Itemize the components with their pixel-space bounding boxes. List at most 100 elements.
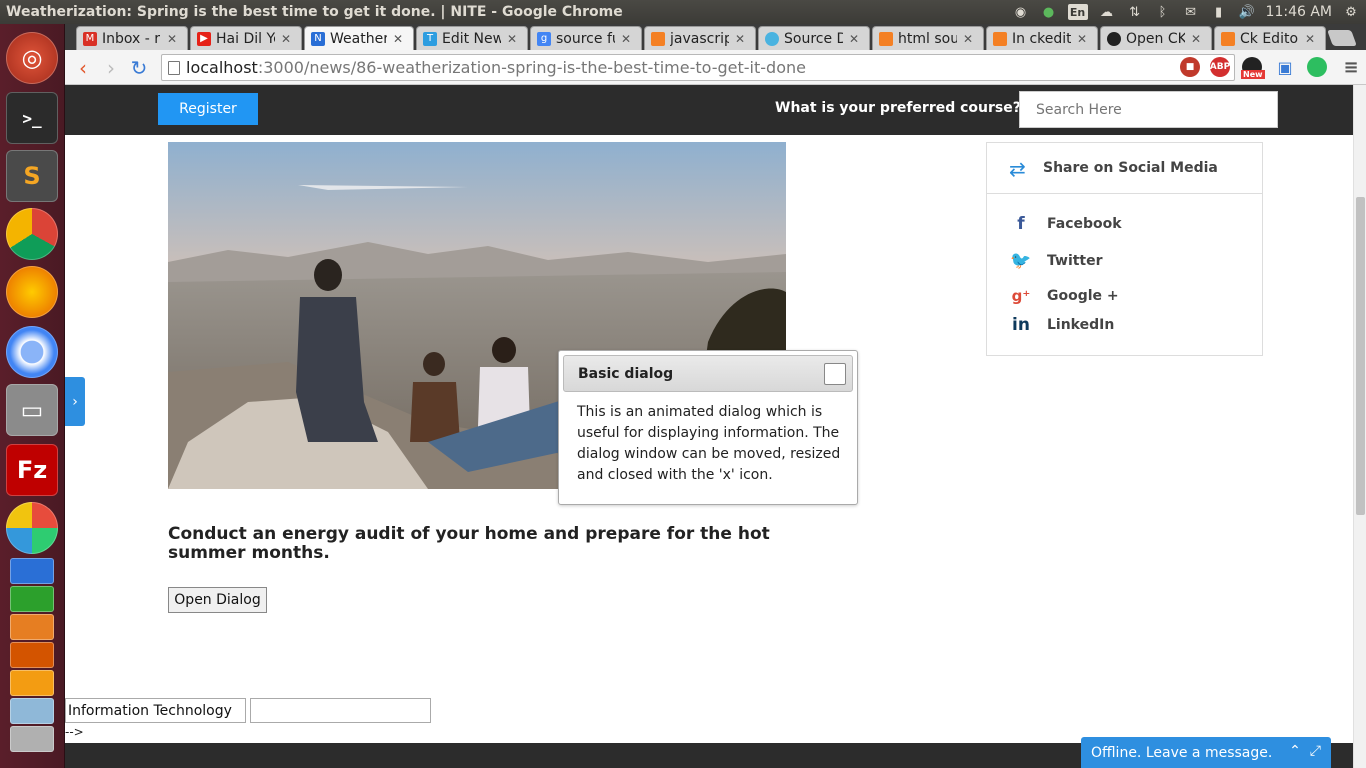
tab-label: source fu [556,30,615,47]
cast-icon[interactable]: ▣ [1275,57,1295,77]
tab-label: html sour [898,30,957,47]
register-button[interactable]: Register [158,93,258,125]
tab-close-icon[interactable]: ✕ [849,32,863,46]
settings-gear-icon[interactable]: ⚙ [1342,4,1360,20]
share-linkedin[interactable]: in LinkedIn [1009,314,1114,336]
stackoverflow-icon [879,31,893,46]
tab-edit-new[interactable]: T Edit New ✕ [416,26,528,50]
share-panel-header: ⇄ Share on Social Media [987,143,1262,194]
amazon-icon[interactable] [10,670,54,696]
battery-icon[interactable]: ▮ [1210,4,1228,20]
tab-html-source[interactable]: html sour ✕ [872,26,984,50]
course-field[interactable] [65,698,246,723]
cloud-icon[interactable]: ☁ [1098,4,1116,20]
chromium-icon[interactable] [6,326,58,378]
tab-close-icon[interactable]: ✕ [621,32,635,46]
calc-sheet-icon[interactable] [10,586,54,612]
tab-inbox[interactable]: M Inbox - rir ✕ [76,26,188,50]
pinwheel-app-icon[interactable] [6,502,58,554]
facebook-icon: f [1017,214,1025,234]
tab-close-icon[interactable]: ✕ [735,32,749,46]
chevron-right-icon: › [72,393,78,410]
chrome-menu-icon[interactable]: ≡ [1341,57,1361,78]
tab-weatherization[interactable]: N Weatheri ✕ [304,26,414,50]
clock[interactable]: 11:46 AM [1266,4,1332,20]
dialog-close-button[interactable] [824,363,846,385]
google-plus-icon: g⁺ [1011,287,1031,305]
disk-icon[interactable] [10,726,54,752]
tab-close-icon[interactable]: ✕ [963,32,977,46]
chat-expand-icons[interactable]: ⌃ ⤢ [1289,743,1321,759]
tab-label: Hai Dil Ye [216,30,275,47]
browser-toolbar: ‹ › ↻ localhost:3000/news/86-weatherizat… [65,50,1366,85]
google-icon: g [537,31,551,46]
firefox-icon[interactable] [6,266,58,318]
tab-label: Edit New [442,30,501,47]
tab-close-icon[interactable]: ✕ [167,32,181,46]
scrollbar-thumb[interactable] [1356,197,1365,515]
blank-field[interactable] [250,698,431,723]
terminal-icon[interactable]: >_ [6,92,58,144]
file-manager-icon[interactable]: ▭ [6,384,58,436]
tab-label: javascript [670,30,729,47]
tab-source-di[interactable]: Source Di ✕ [758,26,870,50]
chat-status-label: Offline. Leave a message. [1091,744,1273,761]
tab-close-icon[interactable]: ✕ [1077,32,1091,46]
tab-youtube[interactable]: ▶ Hai Dil Ye ✕ [190,26,302,50]
tab-close-icon[interactable]: ✕ [1191,32,1205,46]
new-tab-button[interactable] [1327,30,1357,46]
dialog-title: Basic dialog [578,366,674,382]
share-panel: ⇄ Share on Social Media f Facebook 🐦 Twi… [986,142,1263,356]
article-headline: Conduct an energy audit of your home and… [168,524,770,563]
tab-close-icon[interactable]: ✕ [281,32,295,46]
evernote-extension-icon[interactable] [1307,57,1327,77]
reload-icon[interactable]: ↻ [127,56,151,80]
mail-icon[interactable]: ✉ [1182,4,1200,20]
share-linkedin-label: LinkedIn [1047,317,1115,333]
dialog-body-text: This is an animated dialog which is usef… [577,404,841,483]
tab-source-fu[interactable]: g source fu ✕ [530,26,642,50]
share-twitter[interactable]: 🐦 Twitter [1009,250,1102,272]
system-settings-icon[interactable] [10,698,54,724]
browser-tab-bar: M Inbox - rir ✕ ▶ Hai Dil Ye ✕ N Weather… [65,24,1366,50]
software-center-icon[interactable] [10,642,54,668]
open-dialog-button[interactable]: Open Dialog [168,587,267,613]
evernote-tray-icon[interactable]: ● [1040,4,1058,20]
ubuntu-dash-icon[interactable]: ◎ [6,32,58,84]
sublime-text-icon[interactable]: S [6,150,58,202]
ckeditor-icon [765,31,779,46]
github-icon [1107,31,1121,46]
basic-dialog[interactable]: Basic dialog This is an animated dialog … [558,350,858,505]
tab-javascript[interactable]: javascript ✕ [644,26,756,50]
adblock-plus-icon[interactable]: ABP [1210,57,1230,77]
tab-in-ckeditor[interactable]: In ckedito ✕ [986,26,1098,50]
search-input[interactable] [1019,91,1278,128]
tab-close-icon[interactable]: ✕ [1305,32,1319,46]
side-drawer-toggle[interactable]: › [65,377,85,426]
keyboard-layout-indicator[interactable]: En [1067,4,1088,20]
tab-close-icon[interactable]: ✕ [393,32,407,46]
tab-close-icon[interactable]: ✕ [507,32,521,46]
share-title: Share on Social Media [1043,160,1218,176]
site-header: Register What is your preferred course? [65,85,1353,135]
tab-ck-editor[interactable]: Ck Editor ✕ [1214,26,1326,50]
forward-arrow-icon[interactable]: › [99,56,123,80]
chrome-icon[interactable] [6,208,58,260]
share-facebook[interactable]: f Facebook [1009,213,1121,235]
writer-doc-icon[interactable] [10,558,54,584]
share-google-plus[interactable]: g⁺ Google + [1009,285,1119,307]
address-bar[interactable]: localhost:3000/news/86-weatherization-sp… [161,54,1235,81]
impress-icon[interactable] [10,614,54,640]
tab-open-ckeditor[interactable]: Open CKI ✕ [1100,26,1212,50]
chat-widget[interactable]: Offline. Leave a message. ⌃ ⤢ [1081,737,1331,768]
filezilla-icon[interactable]: Fz [6,444,58,496]
chrome-tray-icon[interactable]: ◉ [1012,4,1030,20]
page-scrollbar[interactable] [1353,85,1366,768]
stop-extension-icon[interactable]: ■ [1180,57,1200,77]
volume-icon[interactable]: 🔊 [1238,4,1256,20]
back-arrow-icon[interactable]: ‹ [71,56,95,80]
network-icon[interactable]: ⇅ [1126,4,1144,20]
preferred-course-question: What is your preferred course? [775,100,1021,116]
bluetooth-icon[interactable]: ᛒ [1154,4,1172,20]
dialog-titlebar[interactable]: Basic dialog [563,355,853,392]
